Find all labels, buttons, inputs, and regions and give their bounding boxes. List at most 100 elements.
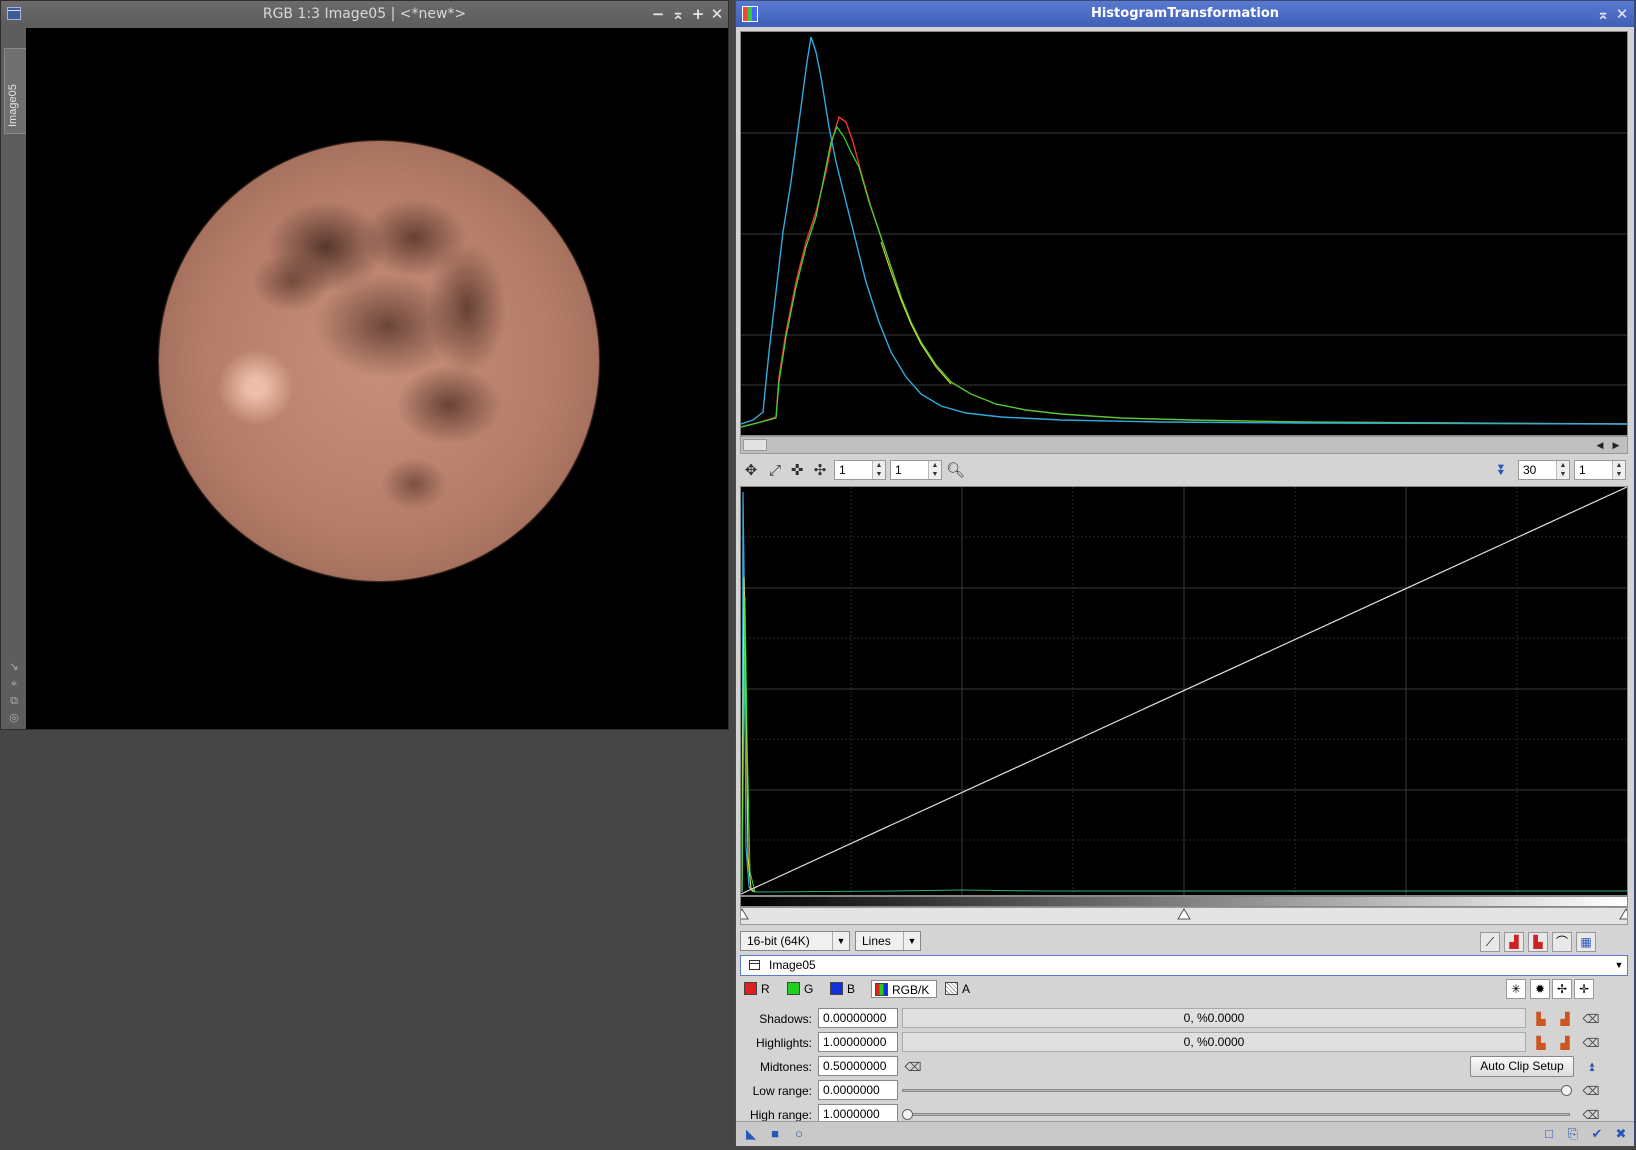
shadows-label: Shadows: <box>759 1012 812 1026</box>
transfer-gradient-bar <box>740 896 1628 907</box>
real-time-preview-icon[interactable]: ○ <box>790 1125 808 1143</box>
track-view-icon[interactable]: ⎘ <box>1564 1125 1582 1143</box>
auto-clip-highlights-icon[interactable]: ▟ <box>1556 1034 1574 1052</box>
low-range-row: Low range: 0.0000000 ⌫ <box>740 1080 1628 1102</box>
collapse-icon[interactable]: ⏫︎ <box>1582 1058 1600 1076</box>
spin-arrows-icon[interactable]: ▲ ▼ <box>1556 461 1569 479</box>
high-range-label: High range: <box>749 1108 812 1122</box>
highlights-clipping-stats: 0, %0.0000 <box>902 1032 1526 1052</box>
reset-low-range-icon[interactable]: ⌫ <box>1582 1082 1600 1100</box>
highlights-input[interactable]: 1.00000000 <box>818 1032 898 1052</box>
auto-zero-shadows-icon[interactable]: ▙ <box>1532 1010 1550 1028</box>
vertical-zoom-spinbox[interactable]: 1 ▲ ▼ <box>890 460 942 480</box>
auto-zero-highlights-icon[interactable]: ✢ <box>1552 979 1572 999</box>
output-histogram-plot <box>741 36 1627 428</box>
histogram-horizontal-scrollbar[interactable]: ◀ ▶ <box>740 436 1628 454</box>
output-histogram[interactable] <box>740 31 1628 436</box>
reset-shadows-icon[interactable]: ⌫ <box>1582 1010 1600 1028</box>
pan-mode-icon[interactable]: ✣ <box>811 461 829 479</box>
channel-histogram-icon[interactable]: ▙ <box>1528 932 1548 952</box>
shade-icon[interactable]: ⌅ <box>1594 5 1612 23</box>
channel-a-swatch <box>945 982 958 995</box>
auto-clip-icon[interactable]: ✹ <box>1530 979 1550 999</box>
horizontal-zoom-spinbox[interactable]: 1 ▲ ▼ <box>834 460 886 480</box>
rejection-step-spinbox[interactable]: 1 ▲ ▼ <box>1574 460 1626 480</box>
show-input-curve-icon[interactable]: ⟋ <box>1480 932 1500 952</box>
input-histogram[interactable] <box>740 486 1628 896</box>
zoom-toolbar: ✥ ⤢ ✜ ✣ 1 ▲ ▼ 1 ▲ ▼ 🔍︎ ⏬︎ 30 ▲ ▼ 1 ▲ ▼ <box>740 458 1628 482</box>
image-window-titlebar[interactable]: RGB 1:3 Image05 | <*new*> − ⌅ + ✕ <box>1 1 728 28</box>
shadows-input[interactable]: 0.00000000 <box>818 1008 898 1028</box>
mask-icon[interactable]: ◎ <box>8 712 20 724</box>
view-selector-value: Image05 <box>769 958 816 972</box>
channel-r[interactable]: R <box>744 980 770 998</box>
maximize-icon[interactable]: + <box>689 5 707 23</box>
reset-midtones-icon[interactable]: ⌫ <box>904 1058 922 1076</box>
drag-icon[interactable]: ↘ <box>8 661 20 673</box>
transfer-markers[interactable] <box>735 907 1633 925</box>
channel-r-swatch <box>744 982 757 995</box>
auto-clip-setup-button[interactable]: Auto Clip Setup <box>1470 1056 1574 1077</box>
high-range-slider[interactable] <box>902 1109 1570 1120</box>
scroll-left-arrow-icon[interactable]: ◀ <box>1593 437 1607 453</box>
browse-documentation-icon[interactable]: □ <box>1540 1125 1558 1143</box>
rgb-histogram-icon[interactable]: ▟ <box>1504 932 1524 952</box>
graph-options-row: 16-bit (64K) ▼ Lines ▼ ⟋ ▟ ▙ ⌒ ▦ <box>740 931 1628 953</box>
zoom-mode-icon[interactable]: ✥ <box>742 461 760 479</box>
spin-arrows-icon[interactable]: ▲ ▼ <box>1612 461 1625 479</box>
zoom-fit-icon[interactable]: ⤢ <box>766 461 784 479</box>
histogram-window-titlebar[interactable]: HistogramTransformation ⌅ ✕ <box>736 1 1634 27</box>
midtones-input[interactable]: 0.50000000 <box>818 1056 898 1076</box>
midtones-row: Midtones: 0.50000000 ⌫ Auto Clip Setup ⏫… <box>740 1056 1628 1078</box>
channel-g[interactable]: G <box>787 980 813 998</box>
magnifier-icon[interactable]: 🔍︎ <box>946 461 965 479</box>
auto-zero-shadows-icon[interactable]: ✳ <box>1506 979 1526 999</box>
low-range-slider-knob[interactable] <box>1561 1085 1572 1096</box>
apply-icon[interactable]: ✔ <box>1588 1125 1606 1143</box>
channel-a[interactable]: A <box>945 980 970 998</box>
minimize-icon[interactable]: − <box>649 5 667 23</box>
spin-arrows-icon[interactable]: ▲ ▼ <box>928 461 941 479</box>
shadows-clipping-stats: 0, %0.0000 <box>902 1008 1526 1028</box>
rejection-limit-spinbox[interactable]: 30 ▲ ▼ <box>1518 460 1570 480</box>
clone-icon[interactable]: ⧉ <box>8 695 20 707</box>
channel-rgbk[interactable]: RGB/K <box>871 980 937 998</box>
close-icon[interactable]: ✕ <box>1613 5 1631 23</box>
auto-zero-highlights-icon[interactable]: ▙ <box>1532 1034 1550 1052</box>
image-id-label: Image05 <box>7 84 19 127</box>
auto-clip-shadows-icon[interactable]: ▟ <box>1556 1010 1574 1028</box>
view-selector[interactable]: Image05 ▼ <box>740 955 1628 976</box>
reset-highlights-icon[interactable]: ⌫ <box>1582 1034 1600 1052</box>
reset-icon[interactable]: ✖ <box>1612 1125 1630 1143</box>
channel-rgbk-swatch <box>875 983 888 996</box>
scroll-right-arrow-icon[interactable]: ▶ <box>1609 437 1623 453</box>
zoom-reset-icon[interactable]: ✜ <box>788 461 806 479</box>
chevron-down-icon: ▼ <box>903 932 920 950</box>
midtones-label: Midtones: <box>759 1060 812 1074</box>
shade-icon[interactable]: ⌅ <box>669 5 687 23</box>
grid-icon[interactable]: ▦ <box>1576 932 1596 952</box>
highlights-row: Highlights: 1.00000000 0, %0.0000 ▙ ▟ ⌫ <box>740 1032 1628 1054</box>
histogram-transformation-window: HistogramTransformation ⌅ ✕ ◀ ▶ ✥ ⤢ ✜ ✣ <box>735 0 1635 1146</box>
moon-image <box>159 141 599 581</box>
reset-channel-icon[interactable]: ✛ <box>1574 979 1594 999</box>
channel-b[interactable]: B <box>830 980 855 998</box>
low-range-slider[interactable] <box>902 1085 1572 1096</box>
resolution-combo[interactable]: 16-bit (64K) ▼ <box>740 931 850 951</box>
fit-icon[interactable]: ⌖ <box>8 678 20 690</box>
markers-plot <box>735 908 1633 920</box>
histogram-window-title: HistogramTransformation <box>1090 6 1280 21</box>
spin-arrows-icon[interactable]: ▲ ▼ <box>872 461 885 479</box>
chevron-down-icon: ▼ <box>832 932 849 950</box>
scrollbar-thumb[interactable] <box>743 439 767 451</box>
transfer-curve-icon[interactable]: ⌒ <box>1552 932 1572 952</box>
low-range-input[interactable]: 0.0000000 <box>818 1080 898 1100</box>
new-instance-icon[interactable]: ◣ <box>742 1125 760 1143</box>
high-range-slider-knob[interactable] <box>902 1109 913 1120</box>
image-id-tab[interactable]: Image05 <box>4 48 26 134</box>
close-icon[interactable]: ✕ <box>708 5 726 23</box>
apply-global-icon[interactable]: ■ <box>766 1125 784 1143</box>
rejection-icon[interactable]: ⏬︎ <box>1493 461 1511 479</box>
image-viewport[interactable] <box>26 28 728 729</box>
graph-style-combo[interactable]: Lines ▼ <box>855 931 921 951</box>
